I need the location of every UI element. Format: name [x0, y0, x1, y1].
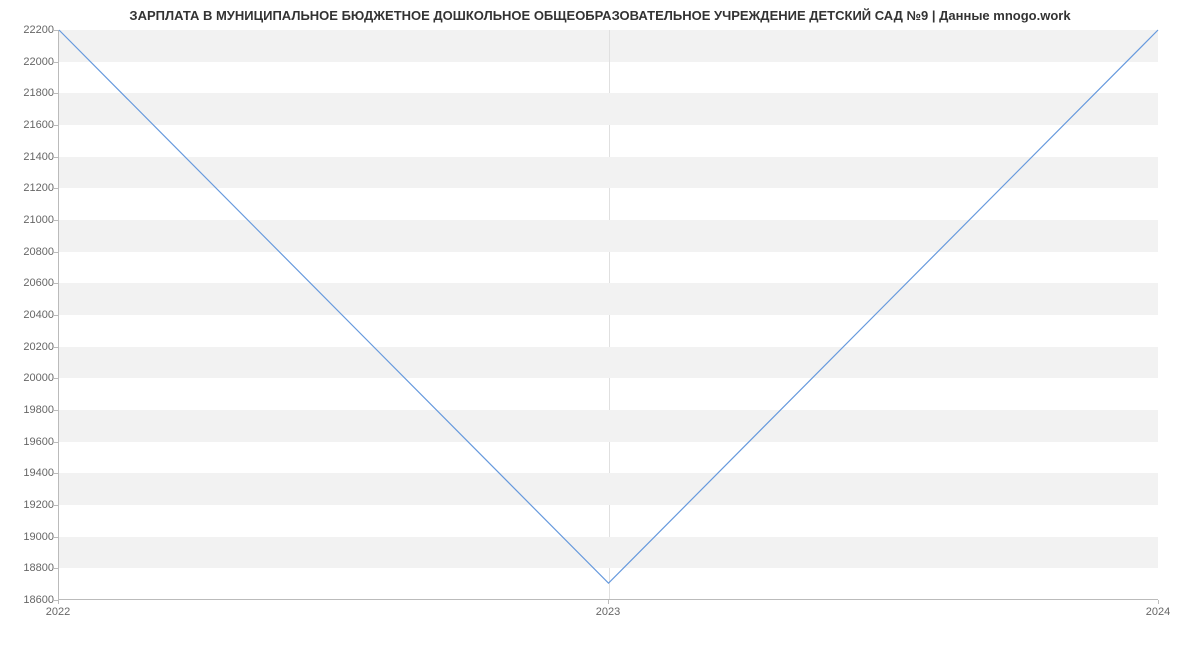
chart-container: ЗАРПЛАТА В МУНИЦИПАЛЬНОЕ БЮДЖЕТНОЕ ДОШКО…: [0, 0, 1200, 650]
y-tick-label: 21600: [4, 119, 54, 131]
y-tick: [54, 347, 58, 348]
y-tick: [54, 442, 58, 443]
y-tick: [54, 62, 58, 63]
y-tick: [54, 568, 58, 569]
y-tick-label: 20200: [4, 341, 54, 353]
y-tick: [54, 410, 58, 411]
plot-area: [58, 30, 1158, 600]
y-tick: [54, 283, 58, 284]
y-tick-label: 20600: [4, 277, 54, 289]
y-tick-label: 19800: [4, 404, 54, 416]
y-tick: [54, 220, 58, 221]
y-tick: [54, 93, 58, 94]
y-tick-label: 21000: [4, 214, 54, 226]
series-line: [59, 30, 1158, 583]
x-tick-label: 2023: [596, 606, 620, 618]
x-tick: [608, 600, 609, 604]
y-tick: [54, 378, 58, 379]
y-tick-label: 19000: [4, 531, 54, 543]
chart-title: ЗАРПЛАТА В МУНИЦИПАЛЬНОЕ БЮДЖЕТНОЕ ДОШКО…: [0, 8, 1200, 23]
x-tick: [58, 600, 59, 604]
y-tick: [54, 537, 58, 538]
y-tick-label: 20000: [4, 372, 54, 384]
y-tick-label: 19600: [4, 436, 54, 448]
y-tick: [54, 252, 58, 253]
line-series-svg: [59, 30, 1158, 599]
x-tick-label: 2022: [46, 606, 70, 618]
y-tick-label: 21200: [4, 182, 54, 194]
y-tick: [54, 125, 58, 126]
y-tick: [54, 505, 58, 506]
x-tick-label: 2024: [1146, 606, 1170, 618]
y-tick: [54, 473, 58, 474]
y-tick: [54, 30, 58, 31]
y-tick-label: 22000: [4, 56, 54, 68]
y-tick-label: 20400: [4, 309, 54, 321]
y-tick-label: 20800: [4, 246, 54, 258]
y-tick-label: 19200: [4, 499, 54, 511]
y-tick-label: 18600: [4, 594, 54, 606]
y-tick-label: 19400: [4, 467, 54, 479]
y-tick: [54, 188, 58, 189]
y-tick: [54, 315, 58, 316]
y-tick: [54, 157, 58, 158]
y-tick-label: 21800: [4, 87, 54, 99]
y-tick-label: 21400: [4, 151, 54, 163]
y-tick-label: 22200: [4, 24, 54, 36]
x-tick: [1158, 600, 1159, 604]
y-tick-label: 18800: [4, 562, 54, 574]
